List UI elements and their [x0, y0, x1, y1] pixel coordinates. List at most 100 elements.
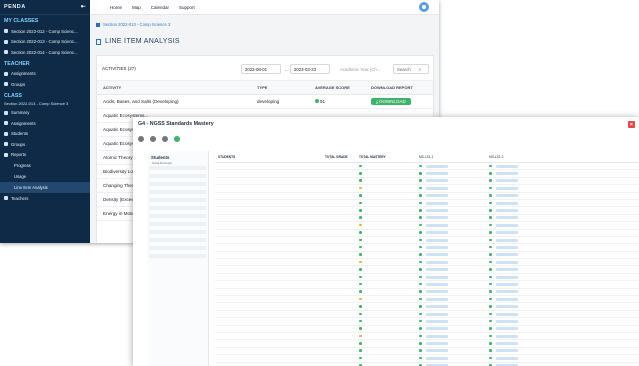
filter-button[interactable]: [162, 136, 168, 143]
sidebar-item-label: Groups: [11, 81, 26, 87]
sidebar-item-students[interactable]: Students: [0, 129, 90, 140]
mastery-cell: [359, 297, 419, 301]
mastery-grid: STUDENTS TOTAL GRADE TOTAL MASTERY MS-LS…: [215, 151, 639, 366]
grid-row: [215, 252, 639, 260]
mastery-bar: [495, 260, 518, 264]
status-dot: [419, 201, 422, 205]
ms-cell: [489, 290, 559, 294]
mastery-bar: [425, 253, 448, 257]
avatar[interactable]: [419, 2, 429, 12]
col-average-score: AVERAGE SCORE: [315, 85, 350, 90]
status-dot: [419, 297, 422, 301]
status-dot: [489, 275, 492, 279]
download-cell: ⤓ DOWNLOAD: [371, 98, 431, 105]
ms-cell: [489, 238, 559, 242]
sidebar-item-class-assignments[interactable]: Assignments: [0, 118, 90, 129]
class-name: Section 2022-013 - Comp Science 3: [4, 100, 69, 106]
status-dot: [359, 342, 362, 345]
mastery-bar: [495, 172, 518, 176]
sidebar-item-progress[interactable]: Progress: [0, 160, 90, 171]
mastery-cell: [359, 305, 419, 309]
ms-cell: [419, 216, 489, 220]
sidebar-item-groups[interactable]: Groups: [0, 79, 90, 90]
status-dot: [359, 334, 362, 338]
sidebar-item-assignments[interactable]: Assignments: [0, 69, 90, 80]
download-button[interactable]: ⤓ DOWNLOAD: [371, 98, 411, 105]
nav-map[interactable]: Map: [132, 5, 141, 10]
status-dot: [359, 186, 362, 190]
student-list-item[interactable]: [149, 258, 206, 262]
sidebar-class-2[interactable]: Section 2022-013 - Comp Scienc...: [0, 37, 90, 48]
sidebar-item-line-item-analysis[interactable]: Line Item Analysis: [0, 182, 90, 193]
sidebar-item-summary[interactable]: Summary: [0, 108, 90, 119]
sidebar-item-label: Groups: [11, 141, 26, 147]
search-icon: ⌕: [418, 66, 422, 72]
download-label: DOWNLOAD: [379, 99, 406, 104]
sidebar-item-usage[interactable]: Usage: [0, 171, 90, 182]
status-dot: [359, 356, 362, 360]
status-dot: [419, 312, 422, 315]
grid-row: [215, 311, 639, 319]
mastery-cell: [359, 245, 419, 249]
col-total-mastery: TOTAL MASTERY: [359, 154, 386, 159]
mastery-bar: [495, 164, 518, 168]
status-dot: [419, 231, 422, 234]
status-dot: [489, 179, 492, 182]
grid-row: [215, 244, 639, 252]
sidebar-class-1[interactable]: Section 2022-012 - Comp Scienc...: [0, 26, 90, 37]
report-toolbar: [133, 131, 639, 148]
ms-cell: [489, 356, 559, 360]
status-dot: [359, 216, 362, 219]
table-row[interactable]: Acids, Bases, and Salts (Developing) deve…: [97, 95, 433, 109]
date-to-input[interactable]: 2023-03-23: [290, 64, 330, 74]
ms-cell: [489, 268, 559, 272]
status-dot: [359, 305, 362, 308]
ms-cell: [419, 260, 489, 264]
mastery-bar: [495, 349, 518, 353]
sidebar-item-reports[interactable]: Reports: [0, 150, 90, 161]
grid-row: [215, 193, 639, 200]
grid-row: [215, 200, 639, 208]
groups-icon: [4, 82, 8, 87]
nav-support[interactable]: Support: [179, 5, 195, 10]
mastery-bar: [425, 305, 448, 309]
teacher-heading: TEACHER: [4, 60, 30, 67]
add-button[interactable]: [174, 136, 180, 143]
status-dot: [489, 238, 492, 242]
ms-cell: [419, 334, 489, 338]
sidebar-item-label: Students: [11, 131, 28, 137]
grid-body: [215, 163, 639, 366]
col-ms-ls1-1: MS-LS1-1: [419, 154, 434, 159]
collapse-icon[interactable]: ⇤: [81, 4, 86, 10]
academic-year-select[interactable]: Academic Year (Ch...: [337, 64, 385, 74]
grid-row: [215, 355, 639, 363]
search-input[interactable]: Search ⌕: [393, 64, 429, 74]
status-dot: [489, 186, 492, 190]
ms-cell: [419, 238, 489, 242]
breadcrumb-link[interactable]: Section 2022-013 - Comp Science 3: [103, 22, 170, 27]
settings-button[interactable]: [138, 136, 144, 143]
nav-calendar[interactable]: Calendar: [151, 5, 169, 10]
status-dot: [419, 194, 422, 197]
ms-cell: [489, 297, 559, 301]
sidebar-item-class-groups[interactable]: Groups: [0, 139, 90, 150]
mastery-cell: [359, 164, 419, 168]
mastery-bar: [495, 327, 518, 331]
students-button[interactable]: [150, 136, 156, 143]
close-icon[interactable]: ×: [628, 121, 635, 128]
activity-name[interactable]: Acids, Bases, and Salts (Developing): [97, 99, 257, 104]
reports-icon: [4, 152, 8, 157]
status-dot: [359, 349, 362, 352]
sidebar: PENDA ⇤ MY CLASSES Section 2022-012 - Com…: [0, 0, 90, 243]
ms-cell: [419, 319, 489, 323]
groups-icon: [4, 142, 8, 147]
mastery-bar: [425, 334, 448, 338]
mastery-cell: [359, 179, 419, 183]
students-list: [149, 166, 206, 262]
date-from-input[interactable]: 2022-08-01: [241, 64, 281, 74]
sidebar-class-3[interactable]: Section 2022-014 - Comp Scienc...: [0, 47, 90, 58]
status-dot: [489, 216, 492, 219]
sidebar-item-label: Section 2022-013 - Comp Scienc...: [11, 39, 78, 45]
sidebar-item-teachers[interactable]: Teachers: [0, 193, 90, 204]
nav-home[interactable]: Home: [110, 5, 122, 10]
